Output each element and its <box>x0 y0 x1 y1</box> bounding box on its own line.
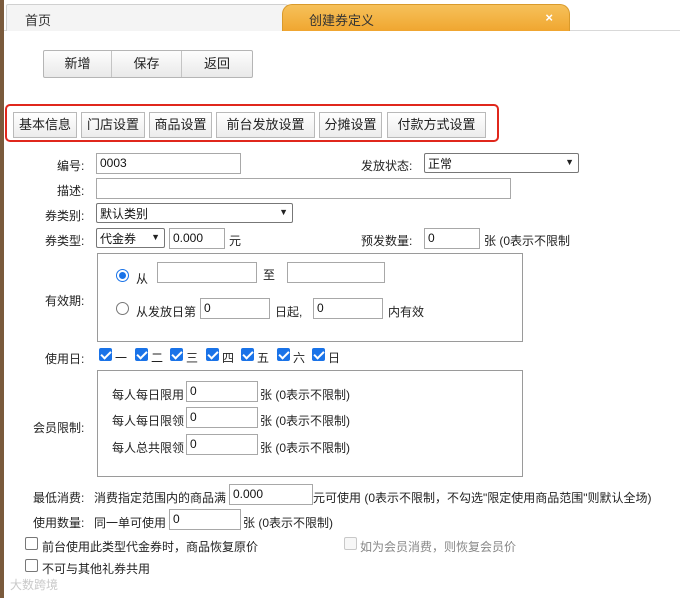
tab-home-label: 首页 <box>25 13 52 28</box>
coupon-type-label: 券类型: <box>45 234 85 248</box>
from-label: 从 <box>136 272 149 286</box>
member-daily-use-input[interactable]: 0 <box>186 381 258 402</box>
weekday-label: 一 <box>115 351 128 365</box>
useday-label: 使用日: <box>45 352 85 366</box>
save-button[interactable]: 保存 <box>112 51 182 77</box>
category-value: 默认类别 <box>100 207 149 221</box>
back-button[interactable]: 返回 <box>182 51 252 77</box>
use-qty-label: 使用数量: <box>33 516 85 530</box>
preissue-unit: 张 (0表示不限制 <box>484 234 571 248</box>
no-combine-label: 不可与其他礼券共用 <box>42 562 151 576</box>
amount-unit: 元 <box>229 234 242 248</box>
description-label: 描述: <box>57 184 85 198</box>
member-limit-row-label: 每人总共限领 <box>112 441 185 455</box>
close-icon[interactable]: × <box>545 10 553 25</box>
chevron-down-icon: ▼ <box>279 207 288 217</box>
restore-original-price-checkbox[interactable] <box>25 537 38 550</box>
member-limit-label: 会员限制: <box>33 421 85 435</box>
code-input[interactable]: 0003 <box>96 153 241 174</box>
restore-member-price-checkbox[interactable] <box>344 537 357 550</box>
member-limit-row-unit: 张 (0表示不限制) <box>260 388 351 402</box>
add-button[interactable]: 新增 <box>44 51 112 77</box>
preissue-label: 预发数量: <box>361 234 413 248</box>
validity-from-issue-radio[interactable] <box>116 302 129 315</box>
weekday-checkbox-mon[interactable] <box>99 348 112 361</box>
use-qty-unit: 张 (0表示不限制) <box>243 516 334 530</box>
weekday-checkbox-thu[interactable] <box>206 348 219 361</box>
toolbar: 新增 保存 返回 <box>43 50 253 78</box>
min-spend-label: 最低消费: <box>33 491 85 505</box>
section-store-settings[interactable]: 门店设置 <box>81 112 145 138</box>
from-issue-day-input[interactable]: 0 <box>200 298 270 319</box>
coupon-type-value: 代金券 <box>100 232 137 246</box>
from-issue-label: 从发放日第 <box>136 305 197 319</box>
chevron-down-icon: ▼ <box>151 232 160 242</box>
coupon-type-select[interactable]: 代金券 ▼ <box>96 228 165 248</box>
tab-home[interactable]: 首页 <box>6 4 294 31</box>
member-limit-row-unit: 张 (0表示不限制) <box>260 441 351 455</box>
category-select[interactable]: 默认类别 ▼ <box>96 203 293 223</box>
member-limit-row-unit: 张 (0表示不限制) <box>260 414 351 428</box>
weekday-label: 日 <box>328 351 341 365</box>
watermark-logo: 大数跨境 <box>10 578 59 592</box>
member-limit-row-label: 每人每日限用 <box>112 388 185 402</box>
to-date-input[interactable] <box>287 262 385 283</box>
min-spend-suffix: 元可使用 (0表示不限制，不勾选"限定使用商品范围"则默认全场) <box>313 491 652 505</box>
amount-input[interactable]: 0.000 <box>169 228 225 249</box>
weekday-checkbox-sun[interactable] <box>312 348 325 361</box>
restore-original-price-label: 前台使用此类型代金券时，商品恢复原价 <box>42 540 259 554</box>
weekday-label: 二 <box>151 351 164 365</box>
weekday-label: 六 <box>293 351 306 365</box>
section-payment-settings[interactable]: 付款方式设置 <box>387 112 486 138</box>
member-limit-row-label: 每人每日限领 <box>112 414 185 428</box>
weekday-checkbox-sat[interactable] <box>277 348 290 361</box>
min-spend-prefix: 消费指定范围内的商品满 <box>94 491 227 505</box>
no-combine-checkbox[interactable] <box>25 559 38 572</box>
issue-status-value: 正常 <box>428 157 453 171</box>
section-basic-info[interactable]: 基本信息 <box>13 112 77 138</box>
weekday-label: 三 <box>186 351 199 365</box>
restore-member-price-label: 如为会员消费，则恢复会员价 <box>360 540 517 554</box>
section-allocation-settings[interactable]: 分摊设置 <box>319 112 382 138</box>
weekday-label: 四 <box>222 351 235 365</box>
min-spend-input[interactable]: 0.000 <box>229 484 313 505</box>
weekday-checkbox-tue[interactable] <box>135 348 148 361</box>
use-qty-input[interactable]: 0 <box>169 509 241 530</box>
weekday-checkbox-fri[interactable] <box>241 348 254 361</box>
validity-range-radio[interactable] <box>116 269 129 282</box>
chevron-down-icon: ▼ <box>565 157 574 167</box>
tab-create-coupon-label: 创建券定义 <box>309 13 375 28</box>
preissue-input[interactable]: 0 <box>424 228 480 249</box>
weekday-checkbox-wed[interactable] <box>170 348 183 361</box>
member-total-claim-input[interactable]: 0 <box>186 434 258 455</box>
description-input[interactable] <box>96 178 511 199</box>
category-label: 券类别: <box>45 209 85 223</box>
member-daily-claim-input[interactable]: 0 <box>186 407 258 428</box>
tab-create-coupon[interactable]: 创建券定义 × <box>282 4 570 31</box>
window-left-border <box>0 0 4 598</box>
issue-status-label: 发放状态: <box>361 159 413 173</box>
from-date-input[interactable] <box>157 262 257 283</box>
day-start-label: 日起, <box>275 305 303 319</box>
weekday-label: 五 <box>257 351 270 365</box>
use-qty-prefix: 同一单可使用 <box>94 516 167 530</box>
section-product-settings[interactable]: 商品设置 <box>149 112 212 138</box>
to-label: 至 <box>263 268 276 282</box>
valid-within-label: 内有效 <box>388 305 425 319</box>
code-label: 编号: <box>57 159 85 173</box>
section-front-issue-settings[interactable]: 前台发放设置 <box>216 112 315 138</box>
validity-label: 有效期: <box>45 294 85 308</box>
valid-days-input[interactable]: 0 <box>313 298 383 319</box>
issue-status-select[interactable]: 正常 ▼ <box>424 153 579 173</box>
